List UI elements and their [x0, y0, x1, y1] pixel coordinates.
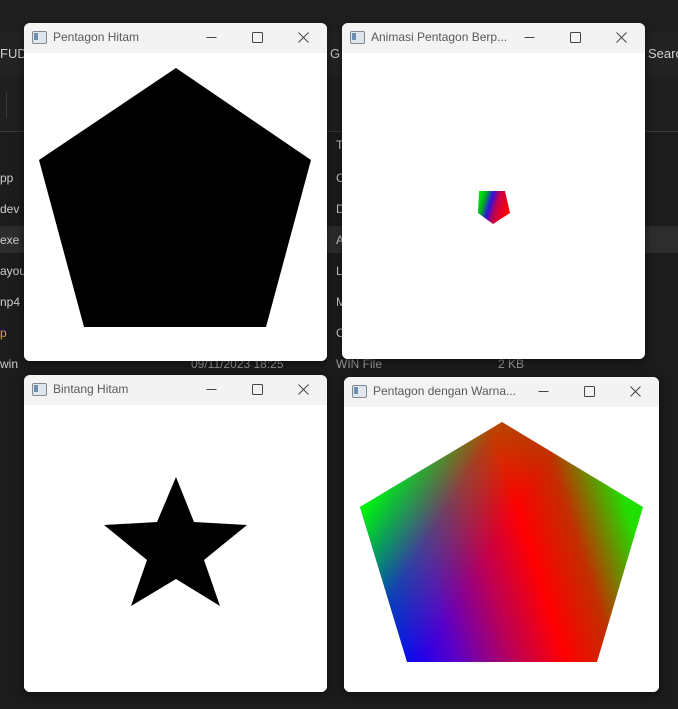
app-window-icon: [350, 31, 365, 44]
app-window-icon: [352, 385, 367, 398]
canvas-area: [342, 53, 645, 359]
green-vertex-glow: [360, 422, 643, 662]
minimize-icon: [524, 37, 535, 38]
maximize-icon: [584, 386, 595, 397]
maximize-icon: [252, 32, 263, 43]
window-title: Pentagon dengan Warna...: [373, 384, 516, 398]
maximize-button[interactable]: [553, 23, 599, 53]
explorer-search-fragment[interactable]: Searc: [648, 46, 678, 61]
close-icon: [616, 32, 627, 43]
window-pentagon-hitam[interactable]: Pentagon Hitam: [24, 23, 327, 361]
title-bar[interactable]: Animasi Pentagon Berp...: [342, 23, 645, 53]
black-star: [104, 477, 247, 606]
maximize-icon: [252, 384, 263, 395]
window-title: Animasi Pentagon Berp...: [371, 30, 508, 44]
file-name-fragment[interactable]: pp: [0, 171, 13, 185]
minimize-button[interactable]: [507, 23, 553, 53]
minimize-icon: [206, 37, 217, 38]
explorer-column-fragment: G: [330, 46, 341, 61]
minimize-button[interactable]: [189, 23, 235, 53]
close-button[interactable]: [613, 377, 659, 407]
title-bar[interactable]: Pentagon dengan Warna...: [344, 377, 659, 407]
canvas-area: [344, 407, 659, 692]
close-button[interactable]: [281, 375, 327, 405]
close-icon: [298, 32, 309, 43]
gradient-pentagon-canvas: [360, 422, 643, 662]
title-bar[interactable]: Pentagon Hitam: [24, 23, 327, 53]
file-size: 2 KB: [498, 357, 525, 371]
window-animasi-pentagon[interactable]: Animasi Pentagon Berp...: [342, 23, 645, 359]
black-pentagon: [39, 68, 311, 327]
file-name-fragment[interactable]: p: [0, 326, 7, 340]
file-name-fragment[interactable]: exe: [0, 233, 19, 247]
window-bintang-hitam[interactable]: Bintang Hitam: [24, 375, 327, 692]
minimize-icon: [206, 389, 217, 390]
maximize-button[interactable]: [567, 377, 613, 407]
window-title: Pentagon Hitam: [53, 30, 140, 44]
close-icon: [298, 384, 309, 395]
window-pentagon-warna[interactable]: Pentagon dengan Warna...: [344, 377, 659, 692]
window-title: Bintang Hitam: [53, 382, 129, 396]
small-gradient-pentagon: [478, 191, 510, 224]
close-button[interactable]: [599, 23, 645, 53]
black-star-canvas: [104, 477, 247, 606]
toolbar-divider: [6, 92, 7, 118]
file-name-fragment[interactable]: np4: [0, 295, 20, 309]
file-type: WIN File: [336, 357, 382, 371]
close-button[interactable]: [281, 23, 327, 53]
minimize-button[interactable]: [189, 375, 235, 405]
canvas-area: [24, 405, 327, 692]
maximize-button[interactable]: [235, 23, 281, 53]
file-name-fragment[interactable]: dev: [0, 202, 19, 216]
maximize-icon: [570, 32, 581, 43]
title-bar[interactable]: Bintang Hitam: [24, 375, 327, 405]
canvas-area: [24, 53, 327, 361]
app-window-icon: [32, 383, 47, 396]
minimize-icon: [538, 391, 549, 392]
maximize-button[interactable]: [235, 375, 281, 405]
minimize-button[interactable]: [521, 377, 567, 407]
explorer-tab-fragment[interactable]: FUD: [0, 46, 27, 61]
animated-pentagon-canvas: [478, 191, 510, 224]
file-name-fragment[interactable]: win: [0, 357, 18, 371]
close-icon: [630, 386, 641, 397]
app-window-icon: [32, 31, 47, 44]
file-name-fragment[interactable]: ayou: [0, 264, 26, 278]
black-pentagon-canvas: [39, 68, 311, 327]
